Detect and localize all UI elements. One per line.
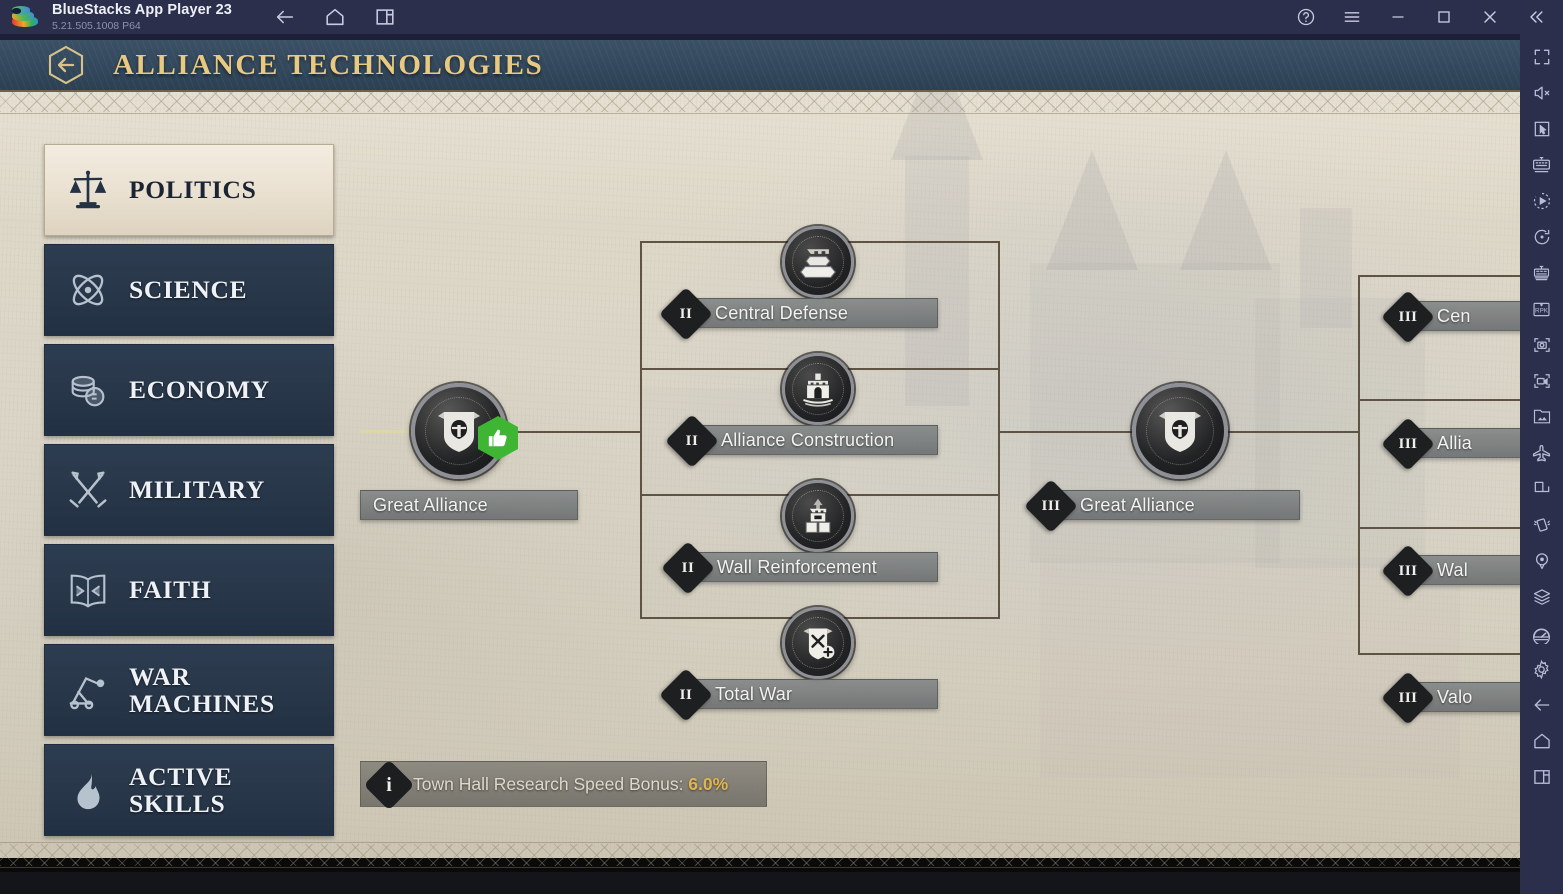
screenshot-icon[interactable] (1525, 328, 1559, 362)
rank-badge: II (659, 287, 713, 341)
fortification-icon[interactable] (782, 226, 854, 298)
rank-badge: II (665, 414, 719, 468)
window-controls (1295, 6, 1563, 28)
wall-tower-icon[interactable] (782, 480, 854, 552)
rank-badge: III (1381, 671, 1435, 725)
settings-gear-icon[interactable] (1525, 652, 1559, 686)
rank-badge: III (1381, 290, 1435, 344)
back-icon[interactable] (274, 6, 296, 28)
keyboard-controls-icon[interactable] (1525, 148, 1559, 182)
performance-icon[interactable] (1525, 616, 1559, 650)
back-icon[interactable] (1525, 688, 1559, 722)
maximize-icon[interactable] (1433, 6, 1455, 28)
tech-label-central-defense[interactable]: II Central Defense (659, 287, 938, 341)
rank-badge: II (659, 668, 713, 722)
eco-mode-icon[interactable] (1525, 436, 1559, 470)
fullscreen-icon[interactable] (1525, 40, 1559, 74)
multi-instance-icon[interactable] (1525, 256, 1559, 290)
connector-tier1-to-bracket (498, 431, 642, 433)
cursor-icon[interactable] (1525, 112, 1559, 146)
tech-label-great-alliance-1[interactable]: Great Alliance (360, 490, 578, 520)
tech-node-great-alliance-3[interactable]: III Great Alliance (1024, 383, 1300, 533)
home-icon[interactable] (324, 6, 346, 28)
app-name: BlueStacks App Player 23 (52, 2, 232, 18)
research-speed-bonus-value: 6.0% (688, 773, 729, 794)
rank-badge: III (1024, 479, 1078, 533)
location-icon[interactable] (1525, 544, 1559, 578)
resize-icon[interactable] (1525, 472, 1559, 506)
connector-hub-to-right-bracket (1222, 431, 1358, 433)
connector-bracket-left (640, 241, 642, 617)
app-title-block: BlueStacks App Player 23 5.21.505.1008 P… (52, 3, 232, 31)
game-viewport: ALLIANCE TECHNOLOGIES POLITICS SCIENCE E… (0, 34, 1520, 894)
connector-bracket-to-hub (998, 431, 1140, 433)
research-speed-bonus-text: Town Hall Research Speed Bonus: 6.0% (413, 773, 729, 794)
rank-badge: III (1381, 544, 1435, 598)
media-gallery-icon[interactable] (1525, 400, 1559, 434)
home-icon[interactable] (1525, 724, 1559, 758)
tech-label-tier4-wall[interactable]: III Wal (1381, 544, 1520, 598)
close-icon[interactable] (1479, 6, 1501, 28)
tech-node-great-alliance-1[interactable]: Great Alliance (360, 383, 578, 520)
bluestacks-titlebar: BlueStacks App Player 23 5.21.505.1008 P… (0, 0, 1563, 34)
rank-badge: II (661, 541, 715, 595)
connector-right-bracket (1358, 275, 1360, 653)
tech-label-tier4-alliance[interactable]: III Allia (1381, 417, 1520, 471)
connector-gold-stub (360, 430, 412, 433)
mute-icon[interactable] (1525, 76, 1559, 110)
rotate-icon[interactable] (1525, 220, 1559, 254)
info-icon: i (363, 759, 415, 811)
connector-right-row-1 (1358, 275, 1520, 277)
connector-right-row-2 (1358, 399, 1520, 401)
record-video-icon[interactable] (1525, 364, 1559, 398)
tech-label-wall-reinforcement[interactable]: II Wall Reinforcement (661, 541, 938, 595)
collapse-sidebar-icon[interactable] (1525, 6, 1547, 28)
macro-play-icon[interactable] (1525, 184, 1559, 218)
connector-right-row-3 (1358, 527, 1520, 529)
tech-label-tier4-valor[interactable]: III Valo (1381, 671, 1520, 725)
help-icon[interactable] (1295, 6, 1317, 28)
svg-text:RPK: RPK (1535, 307, 1549, 314)
bluestacks-logo (12, 5, 38, 29)
recents-icon[interactable] (374, 6, 396, 28)
recents-icon[interactable] (1525, 760, 1559, 794)
research-speed-bonus-bar: i Town Hall Research Speed Bonus: 6.0% (360, 759, 767, 811)
hamburger-menu-icon[interactable] (1341, 6, 1363, 28)
app-version: 5.21.505.1008 P64 (52, 19, 141, 32)
tech-label-tier4-central[interactable]: III Cen (1381, 290, 1520, 344)
castle-gate-icon[interactable] (782, 353, 854, 425)
connector-bracket-right (998, 241, 1000, 617)
bluestacks-sidebar-rail: RPK (1520, 34, 1563, 894)
tech-label-alliance-construction[interactable]: II Alliance Construction (665, 414, 938, 468)
layers-icon[interactable] (1525, 580, 1559, 614)
tech-label-great-alliance-3[interactable]: III Great Alliance (1024, 479, 1300, 533)
titlebar-nav-group (274, 6, 396, 28)
tech-label-total-war[interactable]: II Total War (659, 668, 938, 722)
shake-icon[interactable] (1525, 508, 1559, 542)
alliance-crest-icon[interactable] (1132, 383, 1228, 479)
banner-swords-icon[interactable] (782, 607, 854, 679)
rpk-icon[interactable]: RPK (1525, 292, 1559, 326)
rank-badge: III (1381, 417, 1435, 471)
connector-right-row-4 (1358, 653, 1520, 655)
minimize-icon[interactable] (1387, 6, 1409, 28)
